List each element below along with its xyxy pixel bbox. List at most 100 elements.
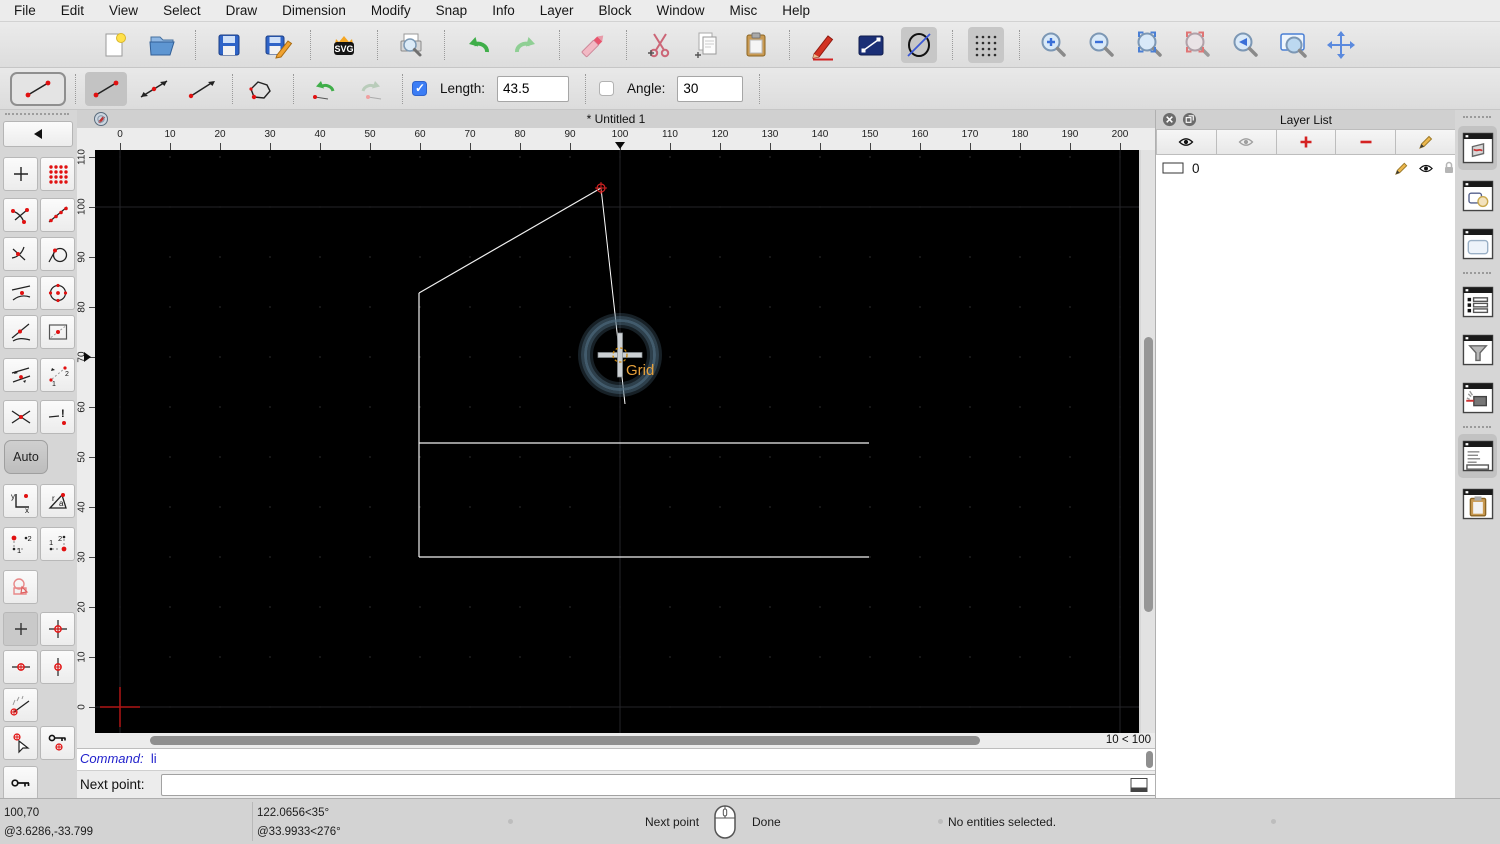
menu-item-dimension[interactable]: Dimension xyxy=(282,3,346,18)
snap-tangent-button[interactable] xyxy=(40,237,75,271)
menu-item-info[interactable]: Info xyxy=(492,3,515,18)
copy-button[interactable] xyxy=(690,27,726,63)
ellipse-tool-button[interactable] xyxy=(901,26,937,63)
line-tool-button[interactable] xyxy=(853,27,889,63)
snap-center-button[interactable] xyxy=(40,276,75,310)
print-preview-button[interactable] xyxy=(393,27,429,63)
line-two-points-button[interactable] xyxy=(85,71,127,106)
layer-lock-icon[interactable] xyxy=(1442,160,1456,176)
dock-entity-list-button[interactable] xyxy=(1458,280,1497,324)
dock-selection-filter-button[interactable] xyxy=(1458,328,1497,372)
dock-library-browser-button[interactable] xyxy=(1458,222,1497,266)
cut-button[interactable] xyxy=(642,27,678,63)
drawing-canvas[interactable]: Grid xyxy=(95,150,1139,733)
show-all-layers-button[interactable] xyxy=(1156,129,1217,155)
vertical-scrollbar[interactable] xyxy=(1141,150,1155,733)
unlock-relative-zero-button[interactable] xyxy=(3,766,38,800)
command-history[interactable]: Command: li xyxy=(77,749,1155,771)
relative-point-12-button[interactable]: 12 xyxy=(3,527,38,561)
snap-on-entity-button[interactable] xyxy=(40,198,75,232)
coordinate-polar-button[interactable]: ra xyxy=(40,484,75,518)
menu-item-draw[interactable]: Draw xyxy=(226,3,258,18)
snap-intersection-button[interactable] xyxy=(3,400,38,434)
line-angle-button[interactable] xyxy=(133,72,175,106)
zoom-current-button[interactable] xyxy=(1179,27,1215,63)
add-layer-button[interactable] xyxy=(1276,129,1337,155)
menu-item-window[interactable]: Window xyxy=(657,3,705,18)
menu-item-help[interactable]: Help xyxy=(782,3,810,18)
snap-auto-button[interactable]: Auto xyxy=(4,440,48,474)
grid-toggle-button[interactable] xyxy=(968,26,1004,63)
redo-button[interactable] xyxy=(508,27,544,63)
zoom-window-button[interactable] xyxy=(1275,27,1311,63)
restrict-horizontal-button[interactable] xyxy=(3,650,38,684)
horizontal-scrollbar[interactable]: 10 < 100 xyxy=(77,733,1155,748)
ray-button[interactable] xyxy=(181,72,223,106)
hide-all-layers-button[interactable] xyxy=(1216,129,1277,155)
dock-clipboard-button[interactable] xyxy=(1458,482,1497,526)
horizontal-scrollbar-thumb[interactable] xyxy=(150,736,980,745)
snap-exclusive-button[interactable] xyxy=(3,570,38,604)
snap-angles-button[interactable] xyxy=(3,358,38,392)
menu-item-view[interactable]: View xyxy=(109,3,138,18)
remove-layer-button[interactable] xyxy=(1336,129,1397,155)
export-svg-button[interactable]: SVG xyxy=(326,27,362,63)
dock-pen-palette-button[interactable] xyxy=(1458,376,1497,420)
menu-item-block[interactable]: Block xyxy=(599,3,632,18)
paste-button[interactable] xyxy=(738,27,774,63)
lock-relative-zero-button[interactable] xyxy=(40,726,75,760)
toolbar-handle[interactable] xyxy=(5,113,69,115)
menu-item-layer[interactable]: Layer xyxy=(540,3,574,18)
toolbar-handle[interactable] xyxy=(1463,116,1491,118)
layer-panel-title[interactable]: Layer List xyxy=(1156,113,1456,127)
set-relative-zero-button[interactable] xyxy=(3,726,38,760)
vertical-scrollbar-thumb[interactable] xyxy=(1143,337,1153,612)
command-input[interactable] xyxy=(161,774,1201,796)
redo-sequence-button[interactable] xyxy=(351,72,393,106)
tab-title[interactable]: * Untitled 1 xyxy=(77,112,1155,126)
snap-intersection-manual-button[interactable]: ! xyxy=(40,400,75,434)
new-document-button[interactable] xyxy=(96,27,132,63)
angle-checkbox[interactable] xyxy=(599,81,615,96)
back-button[interactable] xyxy=(3,121,73,147)
length-checkbox[interactable] xyxy=(412,81,427,96)
relative-point-21-button[interactable]: 12 xyxy=(40,527,75,561)
angle-input[interactable] xyxy=(677,75,744,102)
menu-item-edit[interactable]: Edit xyxy=(61,3,84,18)
menu-item-file[interactable]: File xyxy=(14,3,36,18)
coordinate-cartesian-button[interactable]: yx xyxy=(3,484,38,518)
dock-command-line-button[interactable] xyxy=(1458,434,1497,478)
save-button[interactable] xyxy=(211,27,247,63)
dock-layer-list-button[interactable] xyxy=(1458,126,1497,170)
polyline-button[interactable] xyxy=(242,72,284,106)
undo-button[interactable] xyxy=(460,27,496,63)
open-file-button[interactable] xyxy=(144,27,180,63)
menu-item-snap[interactable]: Snap xyxy=(436,3,468,18)
snap-divide-button[interactable]: 12 xyxy=(40,358,75,392)
pen-button[interactable] xyxy=(805,27,841,63)
command-dock-toggle-button[interactable] xyxy=(1128,775,1150,795)
command-scrollbar-thumb[interactable] xyxy=(1146,751,1153,768)
layer-visibility-icon[interactable] xyxy=(1418,161,1434,176)
menu-item-select[interactable]: Select xyxy=(163,3,201,18)
dock-block-list-button[interactable] xyxy=(1458,174,1497,218)
snap-middle-button[interactable] xyxy=(3,315,38,349)
zoom-auto-button[interactable] xyxy=(1131,27,1167,63)
edit-layer-button[interactable] xyxy=(1396,129,1456,155)
layer-row[interactable]: 0 xyxy=(1156,157,1456,179)
snap-grid-button[interactable] xyxy=(40,157,75,191)
restrict-vertical-button[interactable] xyxy=(40,650,75,684)
layer-edit-icon[interactable] xyxy=(1394,161,1409,176)
menu-item-misc[interactable]: Misc xyxy=(730,3,758,18)
snap-intersection-auto-button[interactable] xyxy=(3,237,38,271)
snap-endpoints-button[interactable] xyxy=(3,198,38,232)
save-as-button[interactable] xyxy=(259,27,295,63)
snap-reference-button[interactable] xyxy=(40,315,75,349)
zoom-out-button[interactable] xyxy=(1083,27,1119,63)
undo-sequence-button[interactable] xyxy=(303,72,345,106)
zoom-previous-button[interactable] xyxy=(1227,27,1263,63)
menu-item-modify[interactable]: Modify xyxy=(371,3,411,18)
restrict-nothing-button[interactable] xyxy=(3,612,38,646)
restrict-orthogonal-button[interactable] xyxy=(40,612,75,646)
zoom-pan-button[interactable] xyxy=(1323,27,1359,63)
